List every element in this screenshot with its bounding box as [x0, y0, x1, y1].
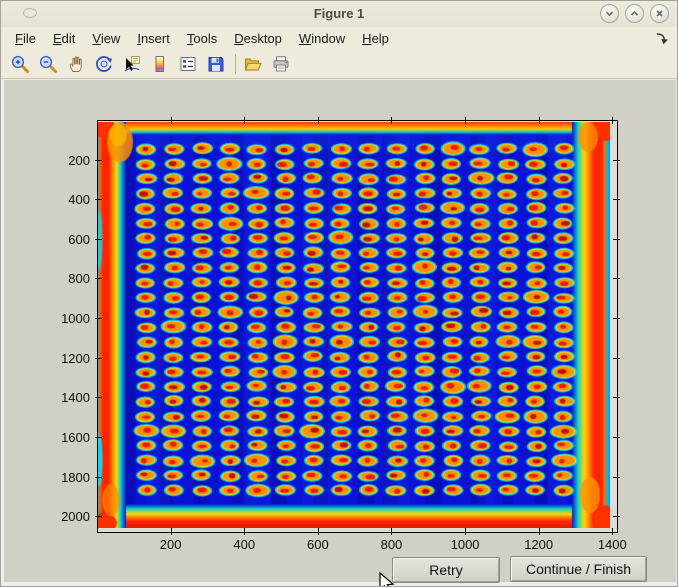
rotate-icon: [94, 54, 114, 74]
y-tick-label: 1000: [46, 311, 90, 326]
chevron-down-icon: [604, 8, 615, 19]
open-file-tool[interactable]: [242, 52, 266, 76]
x-tick-mark: [318, 528, 319, 535]
y-tick-mark: [95, 199, 102, 200]
printer-icon: [271, 54, 291, 74]
y-tick-mark: [95, 437, 102, 438]
window-controls: [600, 4, 669, 23]
menu-desktop[interactable]: Desktop: [234, 31, 282, 46]
x-tick-mark: [391, 117, 392, 124]
x-tick-mark: [318, 117, 319, 124]
dock-figure-arrow-icon[interactable]: [655, 31, 669, 45]
y-tick-label: 600: [46, 232, 90, 247]
magnifier-plus-icon: [10, 54, 30, 74]
toolbar: [1, 49, 677, 79]
minimize-button[interactable]: [600, 4, 619, 23]
figure-client-area: 200 400 600 800 1000 1200 1400 200 400 600 800 1000…: [1, 80, 678, 587]
save-tool[interactable]: [205, 52, 229, 76]
y-tick-mark: [95, 278, 102, 279]
x-tick-mark: [244, 528, 245, 535]
y-tick-label: 1600: [46, 430, 90, 445]
y-tick-mark: [613, 477, 620, 478]
x-tick-mark: [539, 117, 540, 124]
x-tick-mark: [612, 117, 613, 124]
x-tick-mark: [391, 528, 392, 535]
x-tick-mark: [612, 528, 613, 535]
menu-view[interactable]: View: [92, 31, 120, 46]
y-tick-mark: [613, 516, 620, 517]
y-tick-mark: [613, 239, 620, 240]
y-tick-label: 1400: [46, 390, 90, 405]
x-tick-label: 1000: [451, 537, 480, 552]
chevron-up-icon: [629, 8, 640, 19]
y-tick-label: 400: [46, 192, 90, 207]
close-button[interactable]: [650, 4, 669, 23]
y-tick-mark: [613, 199, 620, 200]
y-tick-mark: [95, 477, 102, 478]
x-tick-mark: [465, 117, 466, 124]
y-tick-mark: [613, 278, 620, 279]
insert-colorbar-tool[interactable]: [149, 52, 173, 76]
window-title: Figure 1: [1, 6, 677, 21]
legend-icon: [178, 54, 198, 74]
colorbar-icon: [150, 54, 170, 74]
pan-tool[interactable]: [65, 52, 89, 76]
x-tick-mark: [465, 528, 466, 535]
y-tick-label: 1200: [46, 351, 90, 366]
x-tick-mark: [171, 528, 172, 535]
y-tick-label: 2000: [46, 509, 90, 524]
y-tick-mark: [613, 358, 620, 359]
menu-edit[interactable]: Edit: [53, 31, 75, 46]
titlebar: Figure 1: [1, 1, 677, 27]
plot-image[interactable]: [98, 122, 610, 528]
y-tick-mark: [613, 397, 620, 398]
x-tick-mark: [539, 528, 540, 535]
open-folder-icon: [243, 54, 263, 74]
x-tick-label: 400: [233, 537, 255, 552]
y-tick-mark: [95, 160, 102, 161]
menu-help[interactable]: Help: [362, 31, 389, 46]
menu-insert[interactable]: Insert: [137, 31, 170, 46]
continue-finish-button[interactable]: Continue / Finish: [510, 556, 647, 582]
maximize-button[interactable]: [625, 4, 644, 23]
y-tick-label: 200: [46, 153, 90, 168]
y-tick-mark: [613, 160, 620, 161]
insert-legend-tool[interactable]: [177, 52, 201, 76]
x-tick-label: 600: [307, 537, 329, 552]
magnifier-minus-icon: [38, 54, 58, 74]
x-tick-mark: [244, 117, 245, 124]
y-tick-label: 800: [46, 271, 90, 286]
zoom-in-tool[interactable]: [9, 52, 33, 76]
figure-window: Figure 1 File Edit View Insert Tools Des…: [0, 0, 678, 587]
hand-icon: [66, 54, 86, 74]
rotate-3d-tool[interactable]: [93, 52, 117, 76]
x-tick-label: 1400: [598, 537, 627, 552]
y-tick-mark: [95, 318, 102, 319]
menu-file[interactable]: File: [15, 31, 36, 46]
x-tick-mark: [171, 117, 172, 124]
x-tick-label: 800: [381, 537, 403, 552]
y-tick-mark: [95, 397, 102, 398]
y-tick-mark: [95, 516, 102, 517]
y-tick-mark: [95, 239, 102, 240]
menubar: File Edit View Insert Tools Desktop Wind…: [1, 27, 677, 49]
menu-window[interactable]: Window: [299, 31, 345, 46]
retry-button[interactable]: Retry: [392, 557, 500, 583]
floppy-disk-icon: [206, 54, 226, 74]
x-tick-label: 200: [160, 537, 182, 552]
data-cursor-tool[interactable]: [121, 52, 145, 76]
x-tick-label: 1200: [524, 537, 553, 552]
close-icon: [654, 8, 665, 19]
y-tick-mark: [613, 318, 620, 319]
y-tick-mark: [95, 358, 102, 359]
datatip-icon: [122, 54, 142, 74]
zoom-out-tool[interactable]: [37, 52, 61, 76]
figure-background: 200 400 600 800 1000 1200 1400 200 400 600 800 1000…: [4, 80, 676, 582]
print-tool[interactable]: [270, 52, 294, 76]
toolbar-separator: [235, 54, 236, 74]
menu-tools[interactable]: Tools: [187, 31, 217, 46]
y-tick-label: 1800: [46, 470, 90, 485]
y-tick-mark: [613, 437, 620, 438]
